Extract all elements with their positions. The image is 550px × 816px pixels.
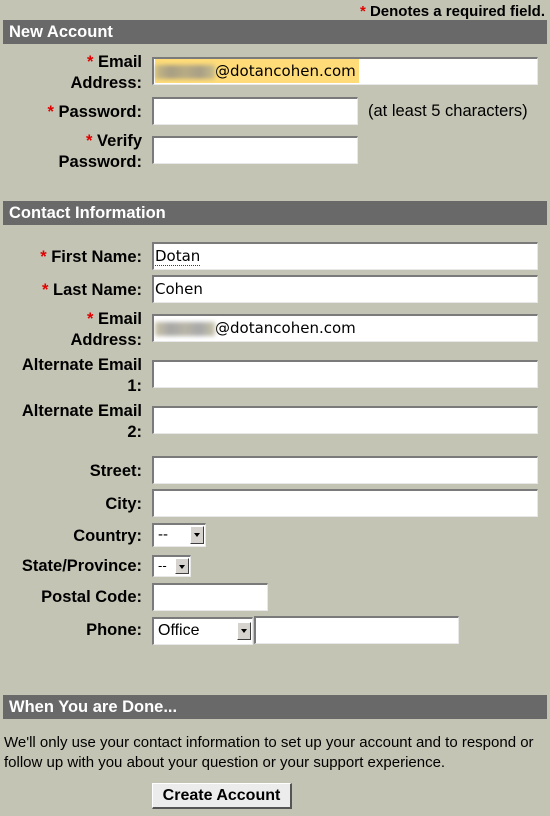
password-hint: (at least 5 characters) (368, 102, 528, 120)
label-line: Address: (70, 74, 142, 92)
email-domain: @dotancohen.com (215, 62, 356, 80)
create-account-button[interactable]: Create Account (152, 783, 292, 809)
blurred-username (155, 64, 215, 79)
label-line: Address: (70, 331, 142, 349)
label-line: Email (97, 310, 142, 328)
country-label: Country: (73, 527, 142, 545)
phone-label: Phone: (86, 621, 142, 639)
phone-type-select[interactable]: Office (152, 617, 253, 645)
label-line: Password: (58, 153, 142, 171)
label-line: Verify (97, 132, 142, 150)
postal-code-label: Postal Code: (41, 588, 142, 606)
chevron-down-icon[interactable] (237, 622, 251, 640)
label-line: 2: (127, 423, 142, 441)
required-star: * (359, 3, 366, 20)
verify-password-input[interactable] (152, 136, 358, 164)
required-star: * (40, 248, 47, 266)
email-value: @dotancohen.com (155, 59, 359, 83)
state-select[interactable]: -- (152, 555, 191, 577)
phone-type-value: Office (158, 622, 200, 639)
first-name-label: * First Name: (40, 247, 142, 268)
contact-email-label: * Email Address: (70, 309, 142, 351)
last-name-value: Cohen (155, 280, 203, 298)
verify-password-label: * Verify Password: (59, 131, 142, 173)
email-domain: @dotancohen.com (215, 319, 356, 337)
alternate-email-2-label: Alternate Email 2: (22, 401, 142, 443)
password-input[interactable] (152, 97, 358, 125)
label-line: 1: (127, 377, 142, 395)
required-star: * (42, 281, 49, 299)
account-email-label: * Email Address: (70, 52, 142, 94)
section-header-new-account: New Account (3, 20, 547, 44)
last-name-label: * Last Name: (42, 280, 142, 301)
section-header-contact: Contact Information (3, 201, 547, 225)
blurred-username (155, 321, 215, 336)
label-text: First Name: (51, 248, 142, 266)
city-label: City: (105, 495, 142, 513)
contact-email-input[interactable]: @dotancohen.com (152, 314, 538, 342)
alternate-email-1-label: Alternate Email 1: (22, 355, 142, 397)
required-star: * (86, 132, 93, 150)
alternate-email-2-input[interactable] (152, 406, 538, 434)
country-select[interactable]: -- (152, 523, 206, 547)
label-line: Alternate Email (21, 402, 142, 420)
first-name-input[interactable]: Dotan (152, 242, 538, 270)
label-text: Password: (58, 103, 142, 121)
required-star: * (86, 310, 94, 328)
country-value: -- (158, 526, 168, 543)
street-input[interactable] (152, 456, 538, 484)
chevron-down-icon[interactable] (175, 558, 189, 574)
city-input[interactable] (152, 489, 538, 517)
state-value: -- (158, 558, 167, 573)
account-email-input[interactable]: @dotancohen.com (152, 57, 538, 85)
required-star: * (86, 53, 94, 71)
street-label: Street: (89, 462, 142, 480)
label-line: Alternate Email (21, 356, 142, 374)
phone-number-input[interactable] (254, 616, 459, 644)
required-star: * (47, 103, 54, 121)
required-field-note: * Denotes a required field. (360, 3, 545, 20)
password-label: * Password: (48, 102, 142, 123)
state-label: State/Province: (21, 557, 142, 575)
label-text: Last Name: (53, 281, 142, 299)
first-name-value: Dotan (155, 247, 201, 266)
required-note-text: Denotes a required field. (369, 3, 545, 20)
alternate-email-1-input[interactable] (152, 360, 538, 388)
last-name-input[interactable]: Cohen (152, 275, 538, 303)
section-header-done: When You are Done... (3, 695, 547, 719)
label-line: Email (97, 53, 142, 71)
privacy-note: We'll only use your contact information … (4, 734, 534, 771)
postal-code-input[interactable] (152, 583, 268, 611)
chevron-down-icon[interactable] (190, 526, 204, 544)
